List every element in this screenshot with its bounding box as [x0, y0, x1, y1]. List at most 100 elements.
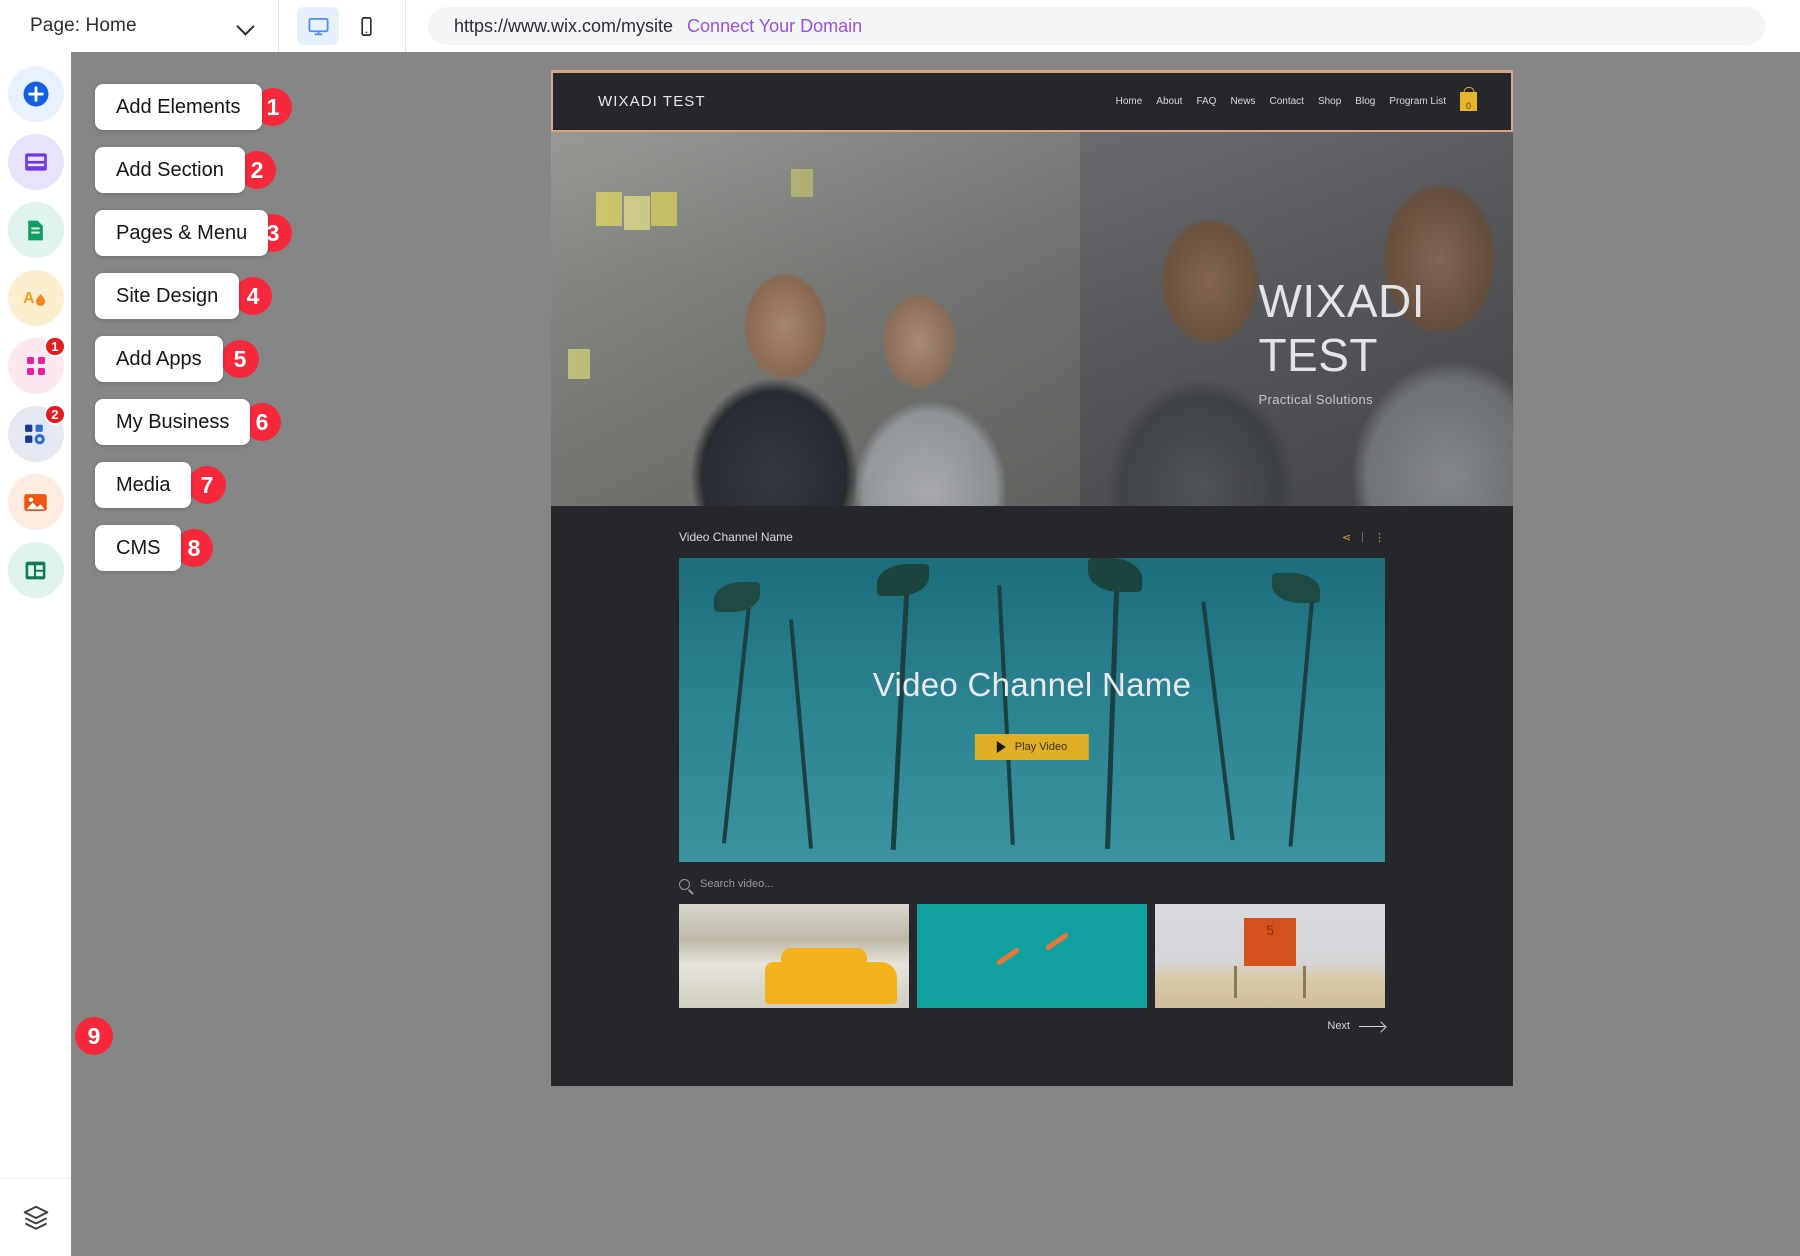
panel-buttons-overlay: Add Elements 1 Add Section 2 Pages & Men… — [95, 84, 268, 588]
palm-fronds — [1088, 558, 1142, 592]
business-panel-badge: 2 — [44, 404, 65, 425]
cms-button[interactable]: CMS — [95, 525, 181, 571]
panel-button-row: Pages & Menu 3 — [95, 210, 268, 256]
connect-domain-link[interactable]: Connect Your Domain — [687, 16, 862, 37]
callout-badge-9: 9 — [75, 1017, 113, 1055]
kayak-shape — [996, 947, 1020, 966]
panel-button-row: My Business 6 — [95, 399, 268, 445]
svg-text:A: A — [23, 290, 34, 307]
desktop-icon — [307, 15, 330, 38]
panel-button-row: Add Section 2 — [95, 147, 268, 193]
my-business-button[interactable]: My Business — [95, 399, 250, 445]
video-channel-label: Video Channel Name — [679, 530, 793, 544]
site-url-bar[interactable]: https://www.wix.com/mysite Connect Your … — [428, 7, 1765, 45]
video-search-placeholder: Search video... — [700, 878, 773, 890]
panel-button-row: Media 7 — [95, 462, 268, 508]
thumb-taxi[interactable] — [679, 904, 909, 1008]
share-icon[interactable]: ⋖ — [1342, 531, 1351, 544]
video-thumbnail-list: 5 — [679, 904, 1385, 1008]
video-channel-section[interactable]: Video Channel Name ⋖ | ⋮ Video — [551, 506, 1513, 1050]
sidebar-item-site-design-panel[interactable]: A — [8, 270, 64, 326]
palm-trunk — [789, 619, 813, 848]
nav-item-news[interactable]: News — [1230, 96, 1255, 107]
video-pagination: Next — [551, 1008, 1513, 1050]
site-nav: Home About FAQ News Contact Shop Blog Pr… — [1116, 92, 1477, 111]
sidebar-item-add-panel[interactable] — [8, 66, 64, 122]
palm-trunk — [1105, 564, 1120, 849]
site-header-section[interactable]: Header WIXADI TEST Home About FAQ News C… — [551, 70, 1513, 132]
page-document-icon — [19, 213, 53, 247]
sidebar-item-business-panel[interactable]: 2 — [8, 406, 64, 462]
desktop-view-button[interactable] — [297, 7, 339, 45]
left-rail-items: A 1 — [8, 52, 64, 598]
lifeguard-tower-number: 5 — [1155, 922, 1385, 938]
view-mode-switch — [279, 7, 405, 45]
taxi-shape — [765, 962, 897, 1004]
play-video-button[interactable]: Play Video — [975, 734, 1089, 760]
divider — [405, 0, 406, 52]
nav-item-contact[interactable]: Contact — [1269, 96, 1303, 107]
palm-fronds — [714, 582, 760, 612]
nav-item-shop[interactable]: Shop — [1318, 96, 1341, 107]
sidebar-item-cms-panel[interactable] — [8, 542, 64, 598]
nav-item-home[interactable]: Home — [1116, 96, 1143, 107]
thumb-kayaks[interactable] — [917, 904, 1147, 1008]
sidebar-item-apps-panel[interactable]: 1 — [8, 338, 64, 394]
sections-icon — [19, 145, 53, 179]
layers-icon — [21, 1203, 51, 1233]
callout-badge-7: 7 — [188, 466, 226, 504]
lifeguard-tower-legs — [1234, 966, 1306, 998]
panel-button-row: CMS 8 — [95, 525, 268, 571]
next-label: Next — [1327, 1020, 1350, 1032]
editor-stage: Add Elements 1 Add Section 2 Pages & Men… — [71, 52, 1800, 1256]
thumb-lifeguard[interactable]: 5 — [1155, 904, 1385, 1008]
sidebar-item-pages-panel[interactable] — [8, 202, 64, 258]
palm-trunk — [722, 595, 752, 844]
left-rail-footer — [0, 1178, 71, 1256]
play-video-label: Play Video — [1015, 741, 1067, 753]
add-apps-button[interactable]: Add Apps — [95, 336, 223, 382]
kayak-shape — [1044, 933, 1068, 952]
callout-badge-5: 5 — [221, 340, 259, 378]
layers-button[interactable] — [8, 1190, 64, 1246]
site-url: https://www.wix.com/mysite — [454, 16, 673, 37]
nav-item-blog[interactable]: Blog — [1355, 96, 1375, 107]
sidebar-item-media-panel[interactable] — [8, 474, 64, 530]
site-preview[interactable]: Header WIXADI TEST Home About FAQ News C… — [551, 70, 1513, 1086]
panel-button-row: Add Apps 5 — [95, 336, 268, 382]
mobile-view-button[interactable] — [345, 7, 387, 45]
page-selector[interactable]: Page: Home — [0, 0, 278, 52]
arrow-right-icon — [1359, 1026, 1385, 1027]
palm-fronds — [877, 564, 929, 596]
sidebar-item-sections-panel[interactable] — [8, 134, 64, 190]
palm-trunk — [891, 570, 911, 850]
callout-badge-4: 4 — [234, 277, 272, 315]
cart-count: 0 — [1466, 101, 1471, 111]
next-link[interactable]: Next — [1327, 1020, 1385, 1032]
more-vertical-icon[interactable]: ⋮ — [1374, 531, 1385, 544]
plus-circle-icon — [19, 77, 53, 111]
add-section-button[interactable]: Add Section — [95, 147, 245, 193]
pages-menu-button[interactable]: Pages & Menu — [95, 210, 268, 256]
left-rail: A 1 — [0, 52, 71, 1256]
video-player[interactable]: Video Channel Name Play Video — [679, 558, 1385, 862]
palm-trunk — [997, 585, 1015, 845]
nav-item-program-list[interactable]: Program List — [1389, 96, 1446, 107]
search-icon — [679, 879, 690, 890]
add-elements-button[interactable]: Add Elements — [95, 84, 262, 130]
design-drop-icon: A — [19, 281, 53, 315]
site-design-button[interactable]: Site Design — [95, 273, 239, 319]
video-search-input[interactable]: Search video... — [679, 878, 1385, 890]
panel-button-row: Add Elements 1 — [95, 84, 268, 130]
hero-title-line2: TEST — [1258, 328, 1425, 382]
mobile-icon — [355, 15, 378, 38]
hero-title-line1: WIXADI — [1258, 274, 1425, 328]
apps-panel-badge: 1 — [44, 336, 65, 357]
site-logo: WIXADI TEST — [598, 93, 706, 110]
nav-item-about[interactable]: About — [1156, 96, 1182, 107]
media-button[interactable]: Media — [95, 462, 191, 508]
hero-text-block[interactable]: WIXADI TEST Practical Solutions — [1258, 274, 1425, 407]
shopping-bag-icon[interactable]: 0 — [1460, 92, 1477, 111]
hero-section[interactable]: WIXADI TEST Practical Solutions — [551, 132, 1513, 506]
nav-item-faq[interactable]: FAQ — [1196, 96, 1216, 107]
